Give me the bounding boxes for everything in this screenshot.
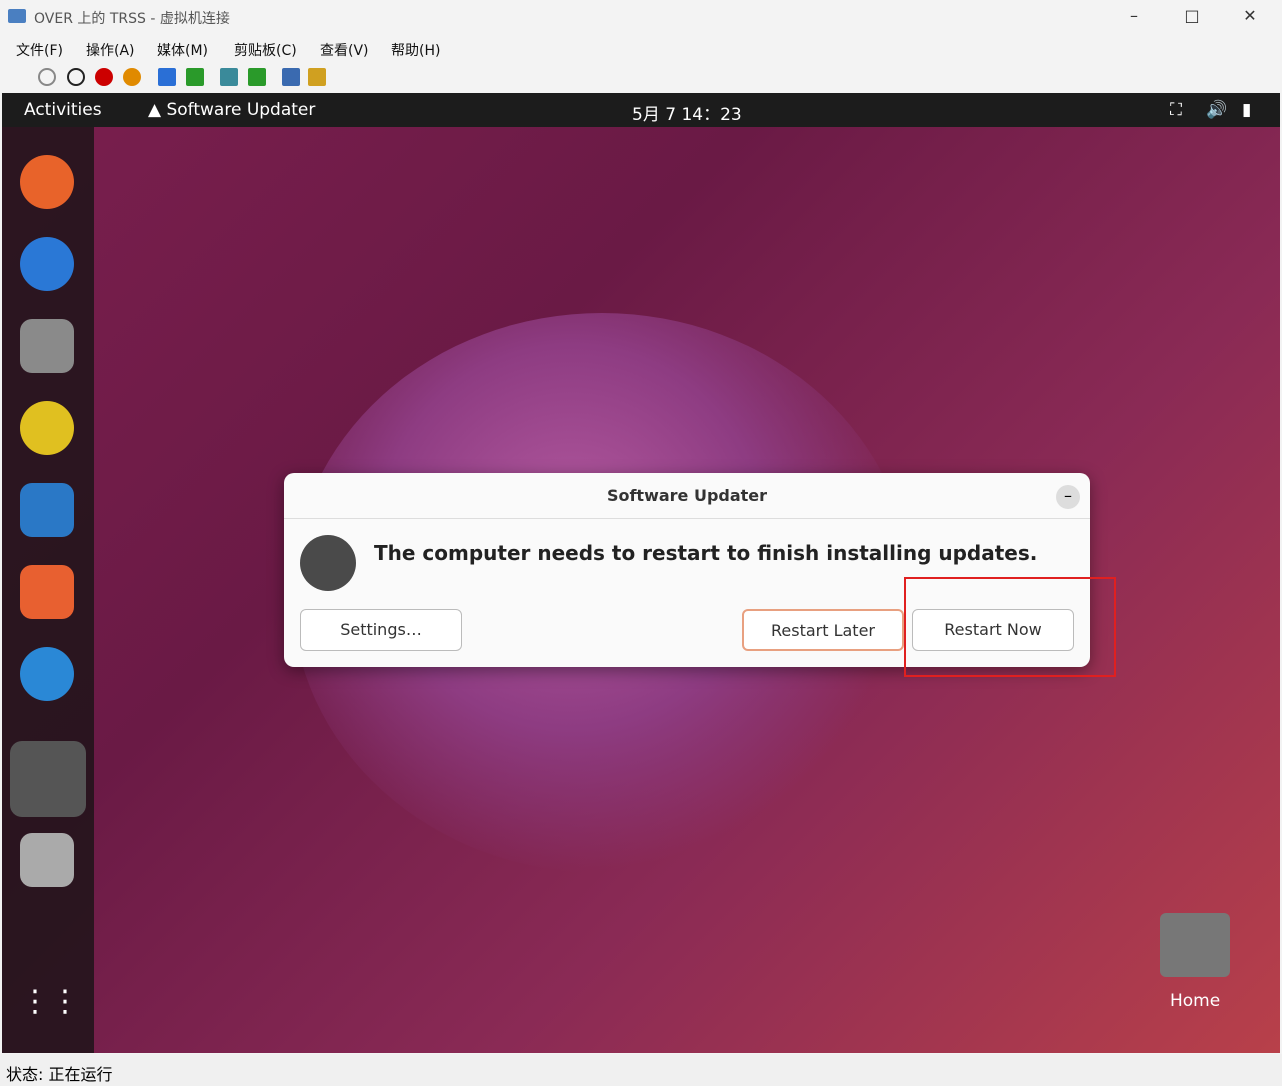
window-title: OVER 上的 TRSS - 虚拟机连接 (34, 11, 230, 27)
activities-button[interactable]: Activities (24, 100, 102, 120)
dialog-message: The computer needs to restart to finish … (374, 541, 1038, 565)
vm-connect-icon (8, 9, 26, 23)
pause-icon[interactable] (158, 68, 176, 86)
menu-media[interactable]: 媒体(M) (157, 40, 208, 60)
status-bar: 状态: 正在运行 (0, 1054, 1282, 1086)
rhythmbox-icon[interactable] (20, 401, 74, 455)
writer-icon[interactable] (20, 483, 74, 537)
apps-grid-icon[interactable]: ⋮⋮ (20, 975, 80, 1029)
menu-action[interactable]: 操作(A) (86, 40, 135, 60)
updater-logo-icon (300, 535, 356, 591)
gnome-topbar: Activities ▲ Software Updater 5月 7 14：23… (2, 93, 1280, 127)
trash-icon[interactable] (20, 833, 74, 887)
window-titlebar: OVER 上的 TRSS - 虚拟机连接 – □ ✕ (0, 0, 1282, 34)
volume-icon[interactable]: 🔊 (1206, 100, 1227, 120)
clock[interactable]: 5月 7 14：23 (632, 100, 742, 125)
highlight-box (904, 577, 1116, 677)
checkpoint-icon[interactable] (220, 68, 238, 86)
menu-file[interactable]: 文件(F) (16, 40, 63, 60)
share-icon[interactable] (308, 68, 326, 86)
revert-icon[interactable] (248, 68, 266, 86)
power-icon[interactable] (123, 68, 141, 86)
shutdown-icon[interactable] (95, 68, 113, 86)
start-icon[interactable] (38, 68, 56, 86)
vm-screen[interactable]: Activities ▲ Software Updater 5月 7 14：23… (2, 93, 1280, 1053)
maximize-icon[interactable]: □ (1182, 6, 1202, 25)
home-folder-icon[interactable] (1160, 913, 1230, 977)
network-icon[interactable]: ⛶ (1170, 100, 1182, 120)
software-icon[interactable] (20, 565, 74, 619)
turn-off-icon[interactable] (67, 68, 85, 86)
help-icon[interactable] (20, 647, 74, 701)
close-icon[interactable]: ✕ (1240, 6, 1260, 25)
app-menu[interactable]: ▲ Software Updater (148, 100, 315, 120)
menu-clipboard[interactable]: 剪贴板(C) (234, 40, 297, 60)
updater-icon[interactable] (10, 741, 86, 817)
restart-later-button[interactable]: Restart Later (742, 609, 904, 651)
dock: ⋮⋮ (2, 127, 94, 1053)
home-label[interactable]: Home (1170, 991, 1220, 1011)
play-icon[interactable] (186, 68, 204, 86)
enhanced-session-icon[interactable] (282, 68, 300, 86)
battery-icon[interactable]: ▮ (1242, 100, 1251, 120)
menu-help[interactable]: 帮助(H) (391, 40, 440, 60)
firefox-icon[interactable] (20, 155, 74, 209)
minimize-dialog-icon[interactable]: – (1056, 485, 1080, 509)
dialog-title: Software Updater (284, 473, 1090, 519)
settings-button[interactable]: Settings… (300, 609, 462, 651)
minimize-icon[interactable]: – (1124, 6, 1144, 25)
menu-view[interactable]: 查看(V) (320, 40, 369, 60)
files-icon[interactable] (20, 319, 74, 373)
thunderbird-icon[interactable] (20, 237, 74, 291)
toolbar (0, 64, 1282, 92)
status-text: 状态: 正在运行 (6, 1065, 113, 1084)
menubar: 文件(F) 操作(A) 媒体(M) 剪贴板(C) 查看(V) 帮助(H) (0, 36, 1282, 62)
